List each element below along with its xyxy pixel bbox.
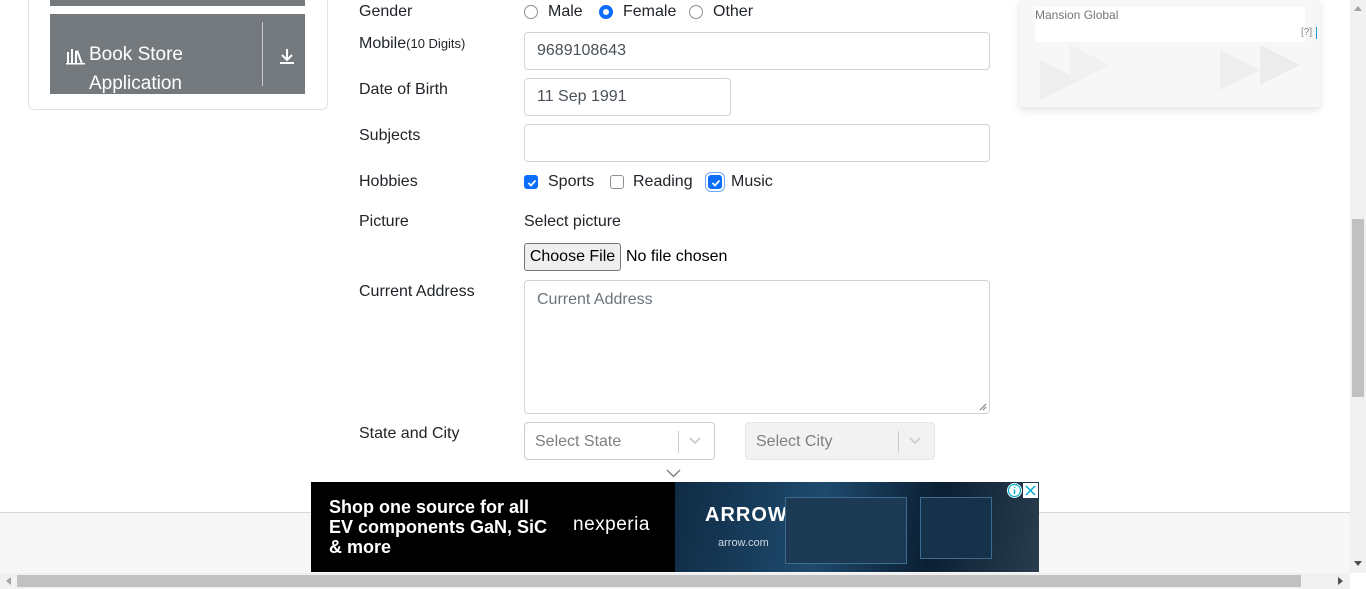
ad-banner[interactable]: Shop one source for all EV components Ga… [311, 482, 1039, 572]
state-placeholder: Select State [535, 433, 622, 450]
subjects-label: Subjects [359, 127, 421, 144]
state-city-label: State and City [359, 425, 460, 442]
scroll-left-icon[interactable] [5, 577, 11, 585]
sidebar-previous-item[interactable] [50, 0, 305, 6]
scroll-up-icon[interactable] [1354, 5, 1362, 11]
arrow-logo: ARROW [705, 504, 788, 526]
screen-graphic [785, 497, 907, 564]
scroll-right-icon[interactable] [1338, 577, 1344, 585]
dob-input[interactable]: 11 Sep 1991 [524, 78, 731, 116]
download-icon[interactable] [278, 47, 296, 70]
mobile-input[interactable]: 9689108643 [524, 32, 990, 70]
close-icon[interactable] [1023, 483, 1038, 498]
books-icon [66, 47, 86, 70]
chevron-down-icon [909, 437, 921, 445]
divider [898, 431, 899, 453]
gender-label: Gender [359, 3, 413, 20]
vertical-scrollbar[interactable] [1350, 0, 1366, 573]
sidebar-item-label: Book Store Application [89, 44, 183, 94]
ad-brand: nexperia [573, 514, 650, 535]
subjects-input[interactable] [524, 124, 990, 162]
mobile-label: Mobile(10 Digits) [359, 35, 466, 52]
info-icon[interactable] [1007, 483, 1022, 498]
dob-value: 11 Sep 1991 [537, 88, 627, 105]
file-status: No file chosen [626, 248, 728, 265]
mobile-hint: (10 Digits) [406, 36, 466, 51]
gender-option-female[interactable]: Female [623, 3, 676, 21]
hobby-option-reading[interactable]: Reading [633, 173, 693, 191]
resize-handle-icon[interactable] [979, 403, 987, 411]
mobile-value: 9689108643 [537, 42, 626, 59]
ad-photo: ARROW arrow.com [675, 482, 1039, 572]
hobbies-label: Hobbies [359, 173, 418, 190]
scrollbar-thumb[interactable] [1352, 219, 1364, 397]
city-placeholder: Select City [756, 433, 833, 450]
chevron-down-icon[interactable] [689, 436, 701, 446]
ad-right[interactable]: Mansion Global [?] [1020, 0, 1320, 107]
ad-domain: arrow.com [718, 537, 769, 549]
ad-help[interactable]: [?] [1301, 27, 1312, 38]
picture-label: Picture [359, 213, 409, 230]
gender-option-other[interactable]: Other [713, 3, 753, 21]
scrollbar-thumb[interactable] [17, 575, 1301, 587]
hobby-option-sports[interactable]: Sports [548, 173, 594, 191]
divider [262, 22, 263, 86]
chevron-down-icon[interactable] [666, 469, 681, 478]
state-select[interactable]: Select State [524, 422, 715, 460]
horizontal-scrollbar[interactable] [0, 573, 1350, 589]
current-address-placeholder: Current Address [537, 291, 653, 308]
gender-radio-other[interactable] [689, 5, 703, 19]
ad-source: Mansion Global [1035, 8, 1119, 22]
hobby-option-music[interactable]: Music [731, 173, 773, 191]
hobby-checkbox-reading[interactable] [610, 175, 624, 189]
hobby-checkbox-sports[interactable] [524, 175, 538, 189]
divider [678, 431, 679, 453]
select-picture-label: Select picture [524, 213, 621, 230]
choose-file-button[interactable]: Choose File [524, 243, 621, 271]
hobby-checkbox-music[interactable] [708, 175, 722, 189]
screen-graphic [920, 497, 992, 559]
gender-radio-male[interactable] [524, 5, 538, 19]
current-address-textarea[interactable]: Current Address [524, 280, 990, 414]
scroll-down-icon[interactable] [1354, 561, 1362, 567]
gender-option-male[interactable]: Male [548, 3, 583, 21]
city-select: Select City [745, 422, 935, 460]
adchoices-icon[interactable] [1316, 27, 1320, 39]
ad-banner-text: Shop one source for all EV components Ga… [329, 497, 548, 557]
gender-radio-female[interactable] [599, 5, 613, 19]
current-address-label: Current Address [359, 283, 475, 300]
dob-label: Date of Birth [359, 81, 448, 98]
sidebar-item-book-store[interactable]: Book Store Application [50, 14, 305, 94]
